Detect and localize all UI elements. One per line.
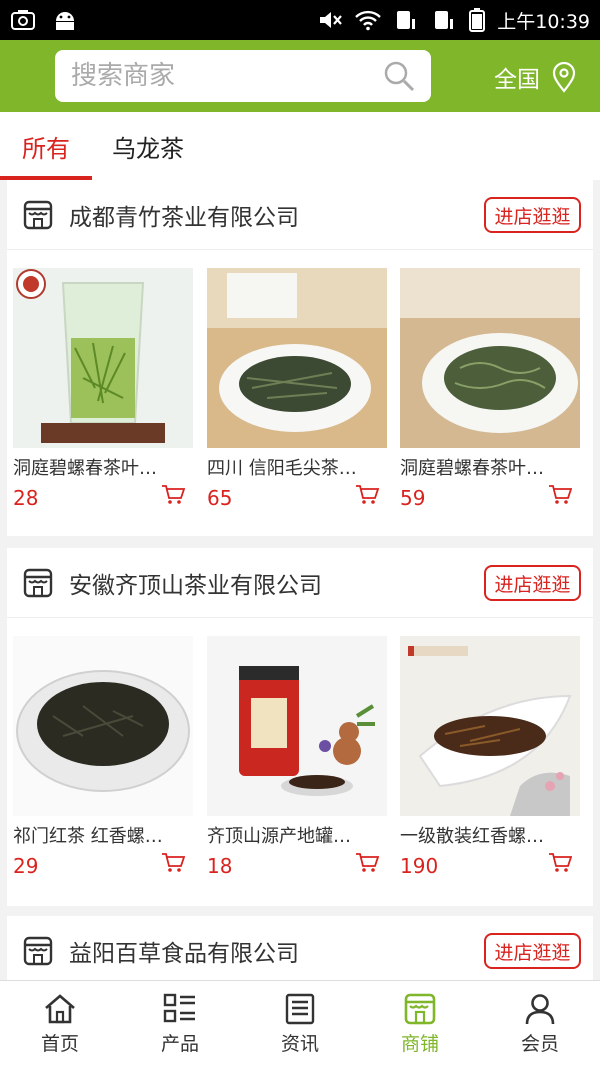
enter-shop-button[interactable]: 进店逛逛 [484, 933, 581, 969]
product-item[interactable]: 洞庭碧螺春茶叶… 59 [400, 268, 580, 510]
shop-card: 安徽齐顶山茶业有限公司 进店逛逛 祁门红茶 红香螺… 29 齐顶山源产地罐… 1… [7, 548, 593, 906]
region-label: 全国 [494, 67, 540, 93]
shop-card-header: 成都青竹茶业有限公司 进店逛逛 [7, 180, 593, 250]
shop-name: 益阳百草食品有限公司 [69, 940, 299, 967]
product-name: 齐顶山源产地罐… [207, 826, 351, 847]
cart-icon[interactable] [548, 852, 572, 874]
nav-label: 商铺 [400, 1032, 439, 1055]
enter-shop-button[interactable]: 进店逛逛 [484, 565, 581, 601]
shop-list: 成都青竹茶业有限公司 进店逛逛 洞庭碧螺春茶叶… 28 四川 信阳毛尖茶… 65… [0, 180, 600, 980]
product-name: 一级散装红香螺… [400, 826, 544, 847]
status-bar: 上午10:39 [0, 0, 600, 40]
nav-label: 产品 [160, 1032, 199, 1055]
tab-all[interactable]: 所有 [0, 112, 92, 180]
nav-label: 首页 [40, 1032, 79, 1055]
category-tabs: 所有 乌龙茶 [0, 112, 600, 180]
shop-card: 成都青竹茶业有限公司 进店逛逛 洞庭碧螺春茶叶… 28 四川 信阳毛尖茶… 65… [7, 180, 593, 536]
product-item[interactable]: 一级散装红香螺… 190 [400, 636, 580, 878]
shop-name: 安徽齐顶山茶业有限公司 [69, 572, 322, 599]
cart-icon[interactable] [548, 484, 572, 506]
sim1-signal-icon [397, 11, 416, 29]
search-box[interactable] [55, 50, 431, 102]
product-item[interactable]: 四川 信阳毛尖茶… 65 [207, 268, 387, 510]
home-icon [45, 993, 75, 1023]
nav-products[interactable]: 产品 [120, 981, 240, 1067]
product-image[interactable] [13, 636, 193, 816]
product-image[interactable] [400, 636, 580, 816]
news-icon [285, 993, 315, 1024]
store-icon [23, 936, 53, 965]
product-item[interactable]: 洞庭碧螺春茶叶… 28 [13, 268, 193, 510]
store-icon [23, 568, 53, 597]
region-selector[interactable]: 全国 [494, 60, 580, 94]
product-name: 洞庭碧螺春茶叶… [400, 458, 544, 479]
nav-home[interactable]: 首页 [0, 981, 120, 1067]
bottom-nav: 首页 产品 资讯 商铺 会员 [0, 980, 600, 1067]
shop-card: 益阳百草食品有限公司 进店逛逛 [7, 916, 593, 980]
product-image[interactable] [207, 636, 387, 816]
product-image[interactable] [13, 268, 193, 448]
mute-icon [320, 12, 343, 28]
battery-icon [469, 8, 486, 32]
wifi-icon [355, 10, 382, 31]
shop-name: 成都青竹茶业有限公司 [69, 204, 299, 231]
product-row: 祁门红茶 红香螺… 29 齐顶山源产地罐… 18 一级散装红香螺… 190 [7, 618, 593, 900]
nav-label: 资讯 [280, 1032, 319, 1055]
product-name: 祁门红茶 红香螺… [13, 826, 163, 847]
shop-card-header: 益阳百草食品有限公司 进店逛逛 [7, 916, 593, 980]
product-item[interactable]: 祁门红茶 红香螺… 29 [13, 636, 193, 878]
cart-icon[interactable] [355, 484, 379, 506]
header-bar: 全国 [0, 40, 600, 112]
sim2-signal-icon [435, 11, 454, 29]
cart-icon[interactable] [355, 852, 379, 874]
nav-shops[interactable]: 商铺 [360, 981, 480, 1067]
nav-label: 会员 [520, 1032, 559, 1055]
search-icon[interactable] [383, 60, 415, 92]
location-pin-icon [552, 61, 576, 93]
product-row: 洞庭碧螺春茶叶… 28 四川 信阳毛尖茶… 65 洞庭碧螺春茶叶… 59 [7, 250, 593, 532]
status-time: 上午10:39 [497, 10, 590, 33]
shop-card-header: 安徽齐顶山茶业有限公司 进店逛逛 [7, 548, 593, 618]
nav-member[interactable]: 会员 [480, 981, 600, 1067]
product-name: 洞庭碧螺春茶叶… [13, 458, 157, 479]
product-image[interactable] [207, 268, 387, 448]
search-input[interactable] [71, 61, 371, 91]
product-item[interactable]: 齐顶山源产地罐… 18 [207, 636, 387, 878]
user-icon [525, 993, 555, 1024]
android-icon [56, 12, 74, 30]
tab-oolong[interactable]: 乌龙茶 [112, 112, 184, 180]
store-icon [23, 200, 53, 229]
product-name: 四川 信阳毛尖茶… [207, 458, 357, 479]
cart-icon[interactable] [161, 484, 185, 506]
grid-list-icon [163, 993, 195, 1022]
screenshot-icon [11, 10, 35, 30]
shop-icon [404, 993, 436, 1024]
cart-icon[interactable] [161, 852, 185, 874]
nav-news[interactable]: 资讯 [240, 981, 360, 1067]
enter-shop-button[interactable]: 进店逛逛 [484, 197, 581, 233]
product-image[interactable] [400, 268, 580, 448]
